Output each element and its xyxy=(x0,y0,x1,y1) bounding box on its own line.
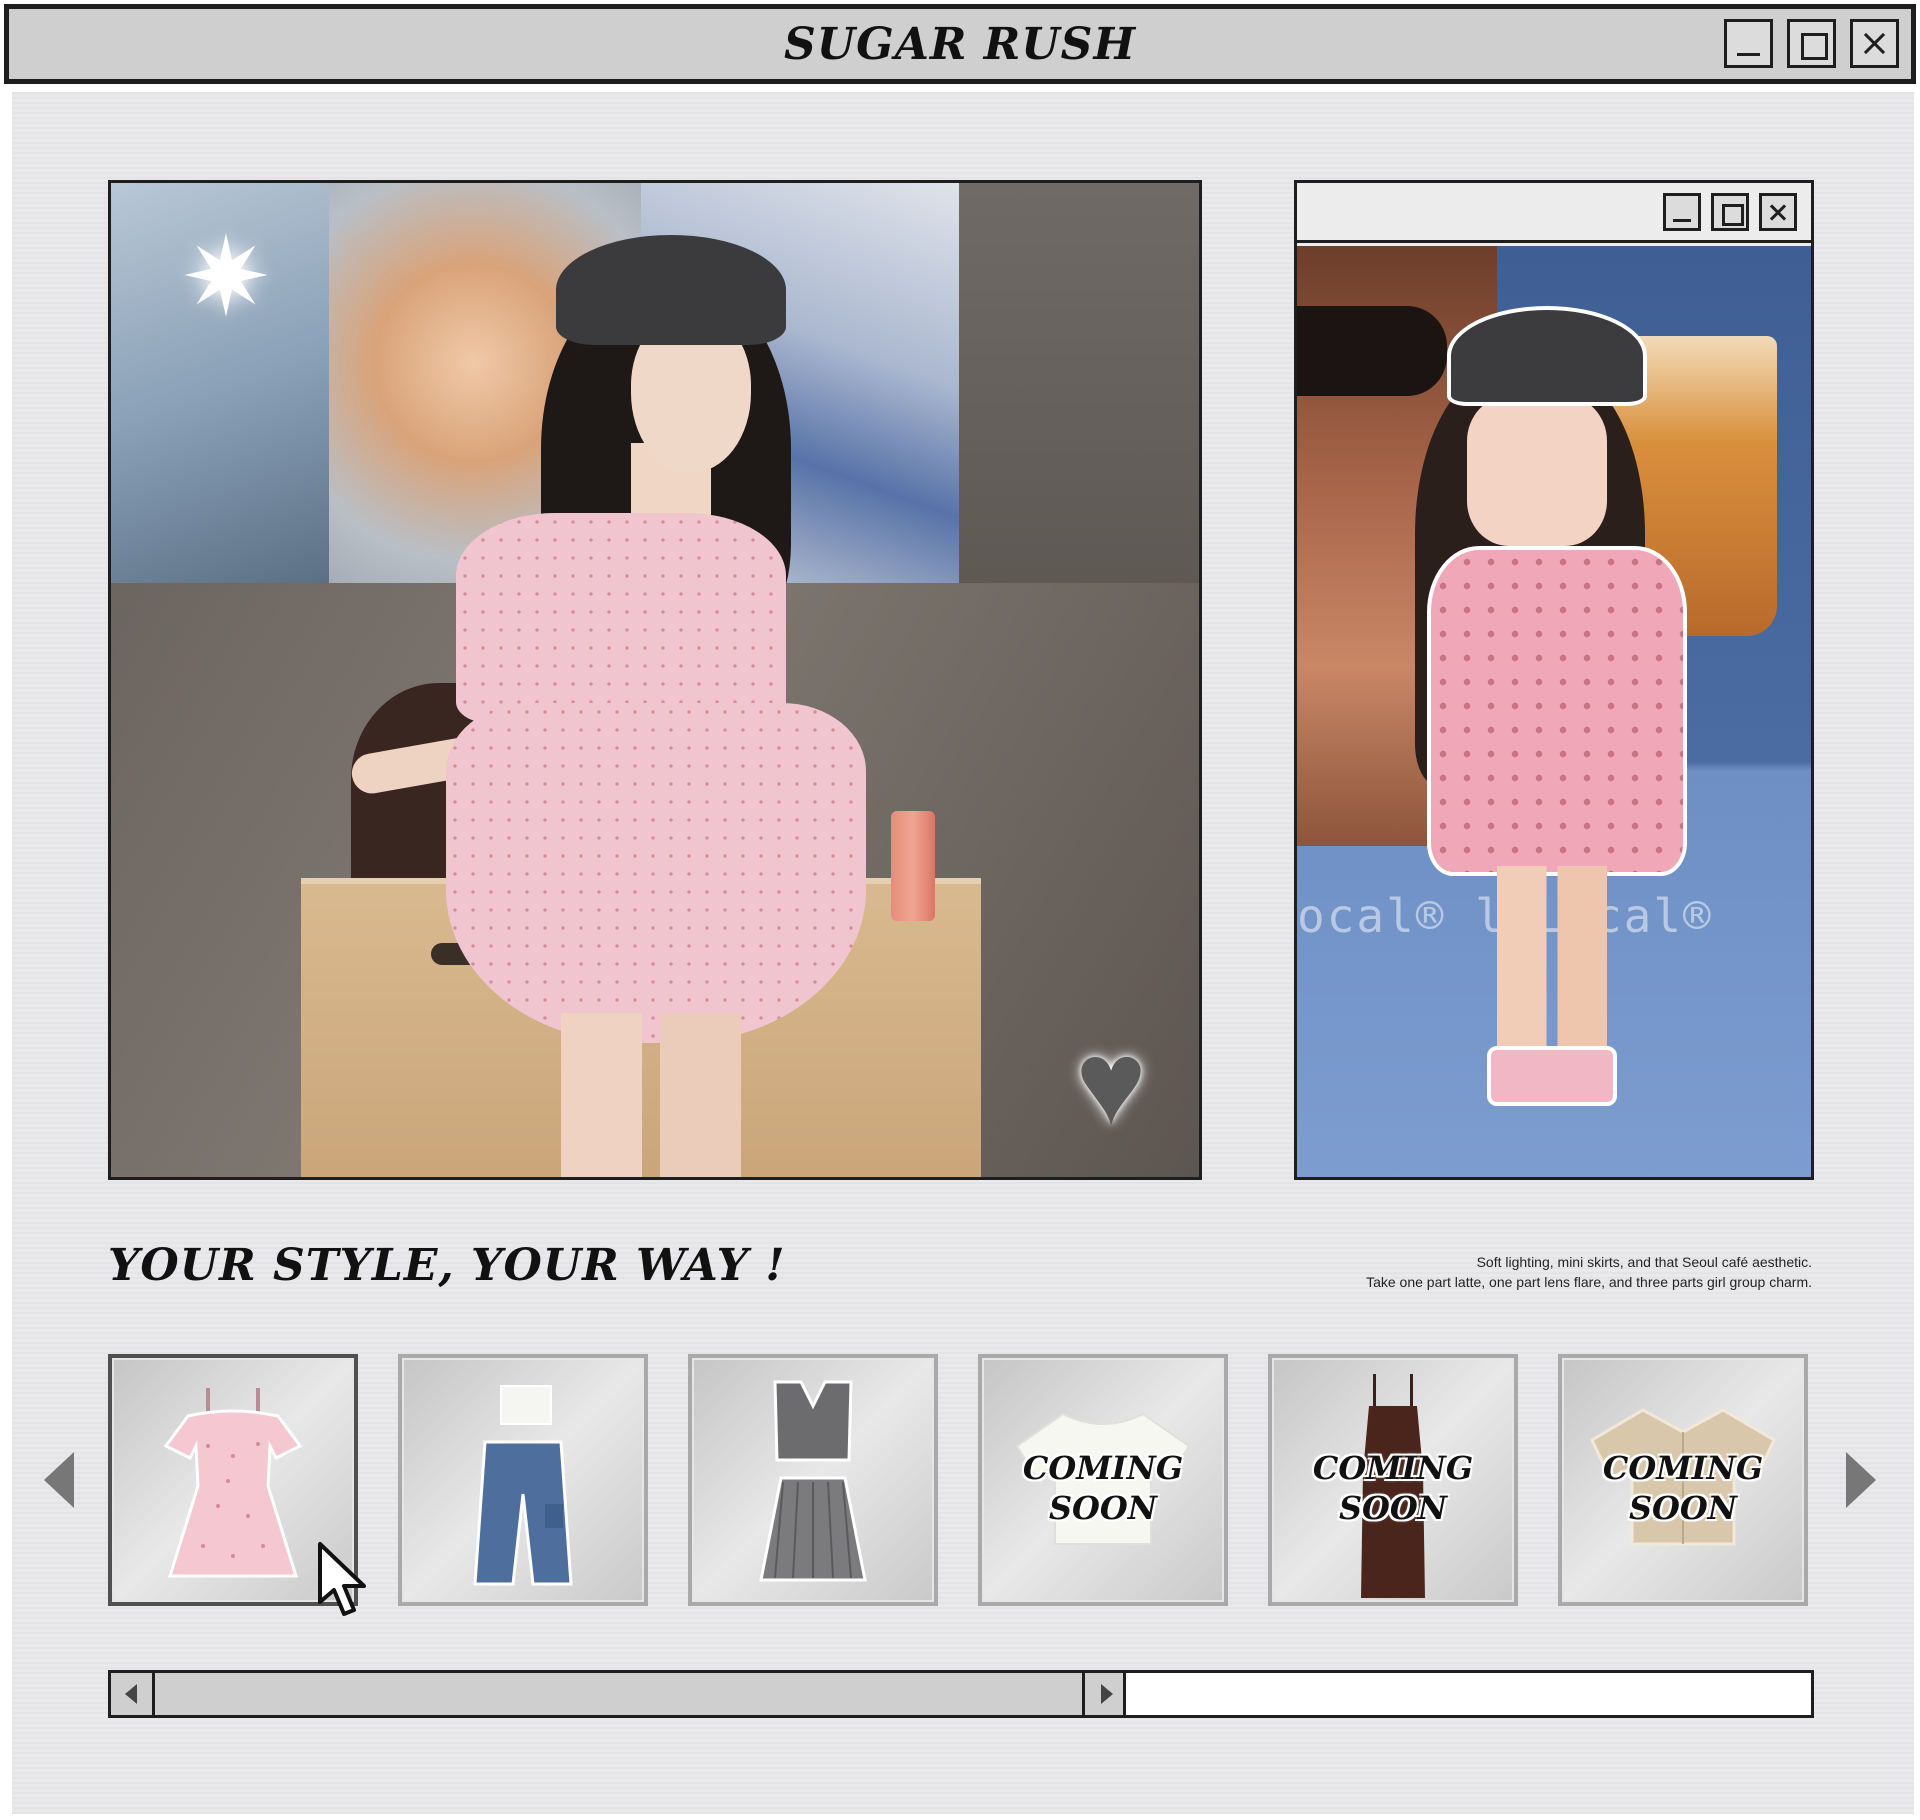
window-titlebar[interactable]: SUGAR RUSH xyxy=(4,4,1916,84)
app-title: SUGAR RUSH xyxy=(783,19,1137,70)
section-tagline: Soft lighting, mini skirts, and that Seo… xyxy=(1366,1252,1812,1292)
sparkle-icon: ✷ xyxy=(179,216,273,339)
product-card-beige-shirt[interactable]: COMING SOON xyxy=(1558,1354,1808,1606)
drink-can xyxy=(891,811,935,921)
close-icon[interactable] xyxy=(1759,193,1797,231)
minimize-icon[interactable] xyxy=(1724,19,1773,68)
carousel-prev-arrow-icon[interactable] xyxy=(44,1452,74,1508)
scrollbar-thumb[interactable] xyxy=(155,1673,1082,1715)
product-card-white-tee[interactable]: COMING SOON xyxy=(978,1354,1228,1606)
heart-icon: ♥ xyxy=(1075,1016,1147,1150)
hero-photo: ✷ ♥ xyxy=(108,180,1202,1180)
product-card-jeans-set[interactable] xyxy=(398,1354,648,1606)
horizontal-scrollbar[interactable] xyxy=(108,1670,1814,1718)
coming-soon-label: COMING SOON xyxy=(1272,1448,1514,1528)
product-card-vest-set[interactable] xyxy=(688,1354,938,1606)
close-icon[interactable] xyxy=(1850,19,1899,68)
model-legs xyxy=(561,1013,741,1177)
coming-soon-line: COMING xyxy=(1312,1449,1474,1487)
pixel-art-window-titlebar[interactable] xyxy=(1297,183,1811,243)
vest-skirt-icon xyxy=(759,1380,867,1582)
maximize-icon[interactable] xyxy=(1711,193,1749,231)
dress-skirt xyxy=(446,703,866,1043)
pixel-girl-legs xyxy=(1497,866,1607,1066)
maximize-icon[interactable] xyxy=(1787,19,1836,68)
pixel-art-window[interactable]: ocal® l Local® xyxy=(1294,180,1814,1180)
minimize-icon[interactable] xyxy=(1663,193,1701,231)
tagline-line: Soft lighting, mini skirts, and that Seo… xyxy=(1476,1254,1812,1270)
model-cap xyxy=(556,235,786,345)
tagline-line: Take one part latte, one part lens flare… xyxy=(1366,1274,1812,1290)
mouse-pointer-icon xyxy=(318,1542,366,1616)
pixel-girl-face xyxy=(1467,396,1607,546)
product-card-brown-dress[interactable]: COMING SOON xyxy=(1268,1354,1518,1606)
pixel-sunglasses xyxy=(1297,306,1447,396)
window-controls xyxy=(1724,19,1899,68)
carousel-next-arrow-icon[interactable] xyxy=(1846,1452,1876,1508)
coming-soon-line: COMING xyxy=(1022,1449,1184,1487)
dress-bodice xyxy=(456,513,786,723)
pink-dress-icon xyxy=(163,1388,303,1578)
pixel-art-image: ocal® l Local® xyxy=(1297,246,1811,1177)
scroll-right-arrow-icon[interactable] xyxy=(1082,1673,1126,1715)
section-headline: YOUR STYLE, YOUR WAY ! xyxy=(108,1240,786,1291)
pixel-girl-shoes xyxy=(1487,1046,1617,1106)
coming-soon-label: COMING SOON xyxy=(1562,1448,1804,1528)
pixel-girl-cap xyxy=(1447,306,1647,406)
coming-soon-line: COMING xyxy=(1602,1449,1764,1487)
pixel-art-window-controls xyxy=(1663,193,1797,231)
coming-soon-label: COMING SOON xyxy=(982,1448,1224,1528)
jeans-outfit-icon xyxy=(473,1385,573,1586)
scroll-left-arrow-icon[interactable] xyxy=(111,1673,155,1715)
coming-soon-line: SOON xyxy=(1628,1489,1738,1527)
pixel-girl-dress xyxy=(1427,546,1687,876)
coming-soon-line: SOON xyxy=(1338,1489,1448,1527)
coming-soon-line: SOON xyxy=(1048,1489,1158,1527)
